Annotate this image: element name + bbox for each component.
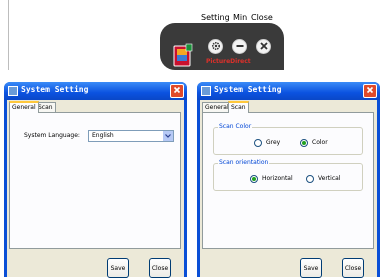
- window-close-button[interactable]: [363, 84, 377, 98]
- close-callout-label: Close: [251, 13, 273, 22]
- close-icon: [366, 86, 374, 96]
- radio-grey-label: Grey: [266, 139, 281, 146]
- radio-color-label: Color: [312, 139, 328, 146]
- title-bar: System Setting: [4, 82, 187, 100]
- radio-grey[interactable]: [254, 139, 262, 147]
- close-button-label: Close: [344, 264, 362, 272]
- brand-name: PictureDirect: [206, 58, 251, 65]
- min-callout-label: Min: [233, 13, 248, 22]
- tab-label: Scan: [38, 104, 53, 111]
- radio-selected-dot: [252, 177, 256, 181]
- scan-color-group: Scan Color Grey Color: [213, 123, 363, 155]
- scan-color-legend: Scan Color: [218, 123, 253, 130]
- close-button[interactable]: Close: [342, 258, 364, 278]
- radio-vertical[interactable]: [306, 175, 314, 183]
- close-button-label: Close: [151, 264, 169, 272]
- dialog-body: General Scan System Language: English Sa…: [7, 100, 184, 278]
- scan-orientation-group: Scan orientation Horizontal Vertical: [213, 159, 363, 191]
- close-app-button[interactable]: [256, 39, 271, 54]
- close-icon: [173, 86, 181, 96]
- tab-label: Scan: [231, 104, 246, 111]
- radio-color[interactable]: [300, 139, 308, 147]
- close-button[interactable]: Close: [149, 258, 171, 278]
- title-bar: System Setting: [197, 82, 380, 100]
- save-button[interactable]: Save: [107, 258, 129, 278]
- chevron-down-icon[interactable]: [163, 131, 173, 141]
- gear-icon: [211, 41, 221, 53]
- system-setting-dialog-general: System Setting General Scan System Langu…: [4, 82, 187, 278]
- settings-button[interactable]: [208, 39, 223, 54]
- tab-general[interactable]: General: [9, 101, 39, 113]
- tab-label: General: [205, 104, 229, 111]
- radio-horizontal[interactable]: [250, 175, 258, 183]
- window-icon: [8, 86, 18, 96]
- radio-horizontal-label: Horizontal: [262, 175, 293, 182]
- system-language-select[interactable]: English: [88, 130, 174, 142]
- setting-callout-label: Setting: [201, 13, 230, 22]
- radio-vertical-label: Vertical: [318, 175, 341, 182]
- minus-icon: [235, 41, 245, 53]
- radio-selected-dot: [302, 141, 306, 145]
- selected-language: English: [92, 132, 114, 139]
- app-logo-icon: [172, 43, 194, 67]
- dialog-body: General Scan Scan Color Grey Color Scan …: [200, 100, 377, 278]
- window-icon: [201, 86, 211, 96]
- save-button-label: Save: [303, 264, 319, 272]
- window-title: System Setting: [21, 85, 89, 94]
- general-tab-panel: System Language: English: [9, 112, 181, 249]
- page-divider-line: [8, 0, 9, 70]
- minimize-button[interactable]: [232, 39, 247, 54]
- window-close-button[interactable]: [170, 84, 184, 98]
- scan-tab-panel: Scan Color Grey Color Scan orientation H…: [202, 112, 374, 249]
- save-button-label: Save: [110, 264, 126, 272]
- window-title: System Setting: [214, 85, 282, 94]
- save-button[interactable]: Save: [300, 258, 322, 278]
- system-setting-dialog-scan: System Setting General Scan Scan Color G…: [197, 82, 380, 278]
- scan-orientation-legend: Scan orientation: [218, 159, 270, 166]
- system-language-label: System Language:: [24, 132, 80, 139]
- tab-label: General: [12, 104, 36, 111]
- tab-scan[interactable]: Scan: [228, 101, 249, 113]
- close-icon: [259, 41, 269, 53]
